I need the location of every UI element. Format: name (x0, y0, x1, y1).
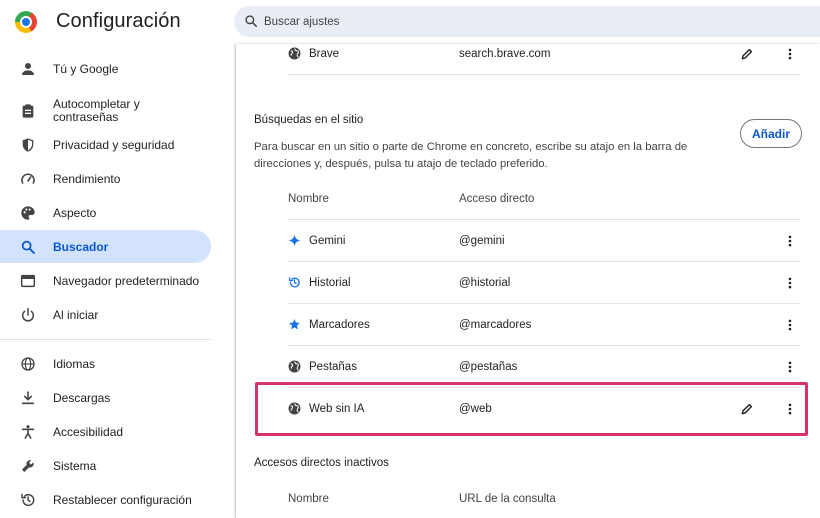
sidebar-item-label: Buscador (53, 240, 109, 254)
row-shortcut: @historial (459, 277, 511, 289)
sidebar-item-label: Rendimiento (53, 172, 121, 186)
settings-card: Brave search.brave.com Búsquedas en el s… (236, 44, 820, 518)
sparkle-icon (288, 234, 301, 247)
sidebar-item-accessibility[interactable]: Accesibilidad (0, 415, 211, 448)
accessibility-icon (21, 425, 35, 439)
shield-icon (22, 138, 34, 152)
sidebar-item-search-engine[interactable]: Buscador (0, 230, 211, 263)
power-icon (22, 307, 34, 322)
row-shortcut: @pestañas (459, 361, 518, 373)
table-row[interactable]: Gemini @gemini (288, 220, 800, 262)
sidebar-item-default-browser[interactable]: Navegador predeterminado (0, 264, 211, 297)
column-header-url: URL de la consulta (459, 493, 556, 505)
sidebar-item-label: Navegador predeterminado (53, 274, 200, 288)
section-description: Para buscar en un sitio o parte de Chrom… (254, 141, 688, 170)
clipboard-icon (22, 104, 34, 118)
sidebar-item-reset-settings[interactable]: Restablecer configuración (0, 483, 211, 516)
table-row[interactable]: Marcadores @marcadores (288, 304, 800, 346)
engine-name: Brave (309, 48, 340, 60)
search-icon (21, 240, 35, 254)
highlight-box (255, 382, 808, 436)
table-header-row: Nombre Acceso directo (288, 178, 800, 220)
globe-icon (288, 360, 301, 373)
sidebar-item-downloads[interactable]: Descargas (0, 381, 211, 414)
row-shortcut: @marcadores (459, 319, 532, 331)
row-name: Marcadores (309, 319, 370, 331)
sidebar-item-label: Descargas (53, 391, 111, 405)
row-name: Pestañas (309, 361, 357, 373)
search-icon (245, 15, 258, 28)
star-icon (289, 319, 300, 330)
pencil-icon[interactable] (740, 47, 754, 61)
wrench-icon (22, 460, 34, 472)
sidebar-item-label: Autocompletar y contraseñas (53, 97, 140, 124)
row-shortcut: @gemini (459, 235, 505, 247)
sidebar-item-label: Idiomas (53, 357, 96, 371)
palette-icon (21, 206, 35, 220)
more-vert-icon[interactable] (783, 234, 797, 248)
sidebar-item-autofill[interactable]: Autocompletar y contraseñas (0, 95, 211, 128)
sidebar-item-languages[interactable]: Idiomas (0, 347, 211, 380)
sidebar-item-label: Tú y Google (53, 62, 119, 76)
more-vert-icon[interactable] (783, 318, 797, 332)
more-vert-icon[interactable] (783, 360, 797, 374)
sidebar-item-privacy[interactable]: Privacidad y seguridad (0, 128, 211, 161)
sidebar-item-label: Restablecer configuración (53, 493, 192, 507)
speedometer-icon (21, 173, 35, 184)
column-header-name: Nombre (288, 193, 329, 205)
column-header-name: Nombre (288, 493, 329, 505)
sidebar-divider (0, 339, 211, 340)
chrome-logo-icon (15, 11, 37, 33)
history-icon (21, 493, 35, 507)
sidebar-item-performance[interactable]: Rendimiento (0, 162, 211, 195)
row-name: Historial (309, 277, 351, 289)
sidebar-item-label: Accesibilidad (53, 425, 124, 439)
inactive-table-header-row: Nombre URL de la consulta (288, 478, 800, 518)
sidebar-item-label: Al iniciar (53, 308, 99, 322)
browser-window-icon (20, 274, 36, 288)
globe-icon (21, 357, 35, 371)
section-title-inactive: Accesos directos inactivos (254, 457, 389, 469)
add-button[interactable]: Añadir (740, 119, 802, 148)
sidebar-item-appearance[interactable]: Aspecto (0, 196, 211, 229)
table-row[interactable]: Historial @historial (288, 262, 800, 304)
row-name: Gemini (309, 235, 346, 247)
more-vert-icon[interactable] (783, 47, 797, 61)
sidebar-item-system[interactable]: Sistema (0, 449, 211, 482)
sidebar-item-on-startup[interactable]: Al iniciar (0, 298, 211, 331)
sidebar-item-you-and-google[interactable]: Tú y Google (0, 52, 211, 85)
sidebar-item-label: Sistema (53, 459, 97, 473)
globe-icon (288, 47, 301, 60)
history-icon (288, 277, 300, 288)
page-title: Configuración (56, 10, 181, 32)
sidebar-item-label: Privacidad y seguridad (53, 138, 175, 152)
engine-shortcut: search.brave.com (459, 48, 551, 60)
search-engine-row-brave: Brave search.brave.com (288, 33, 800, 75)
section-title-site-search: Búsquedas en el sitio (254, 114, 364, 126)
person-icon (22, 63, 34, 75)
column-header-shortcut: Acceso directo (459, 193, 535, 205)
download-icon (21, 391, 35, 405)
sidebar-item-label: Aspecto (53, 206, 97, 220)
more-vert-icon[interactable] (783, 276, 797, 290)
